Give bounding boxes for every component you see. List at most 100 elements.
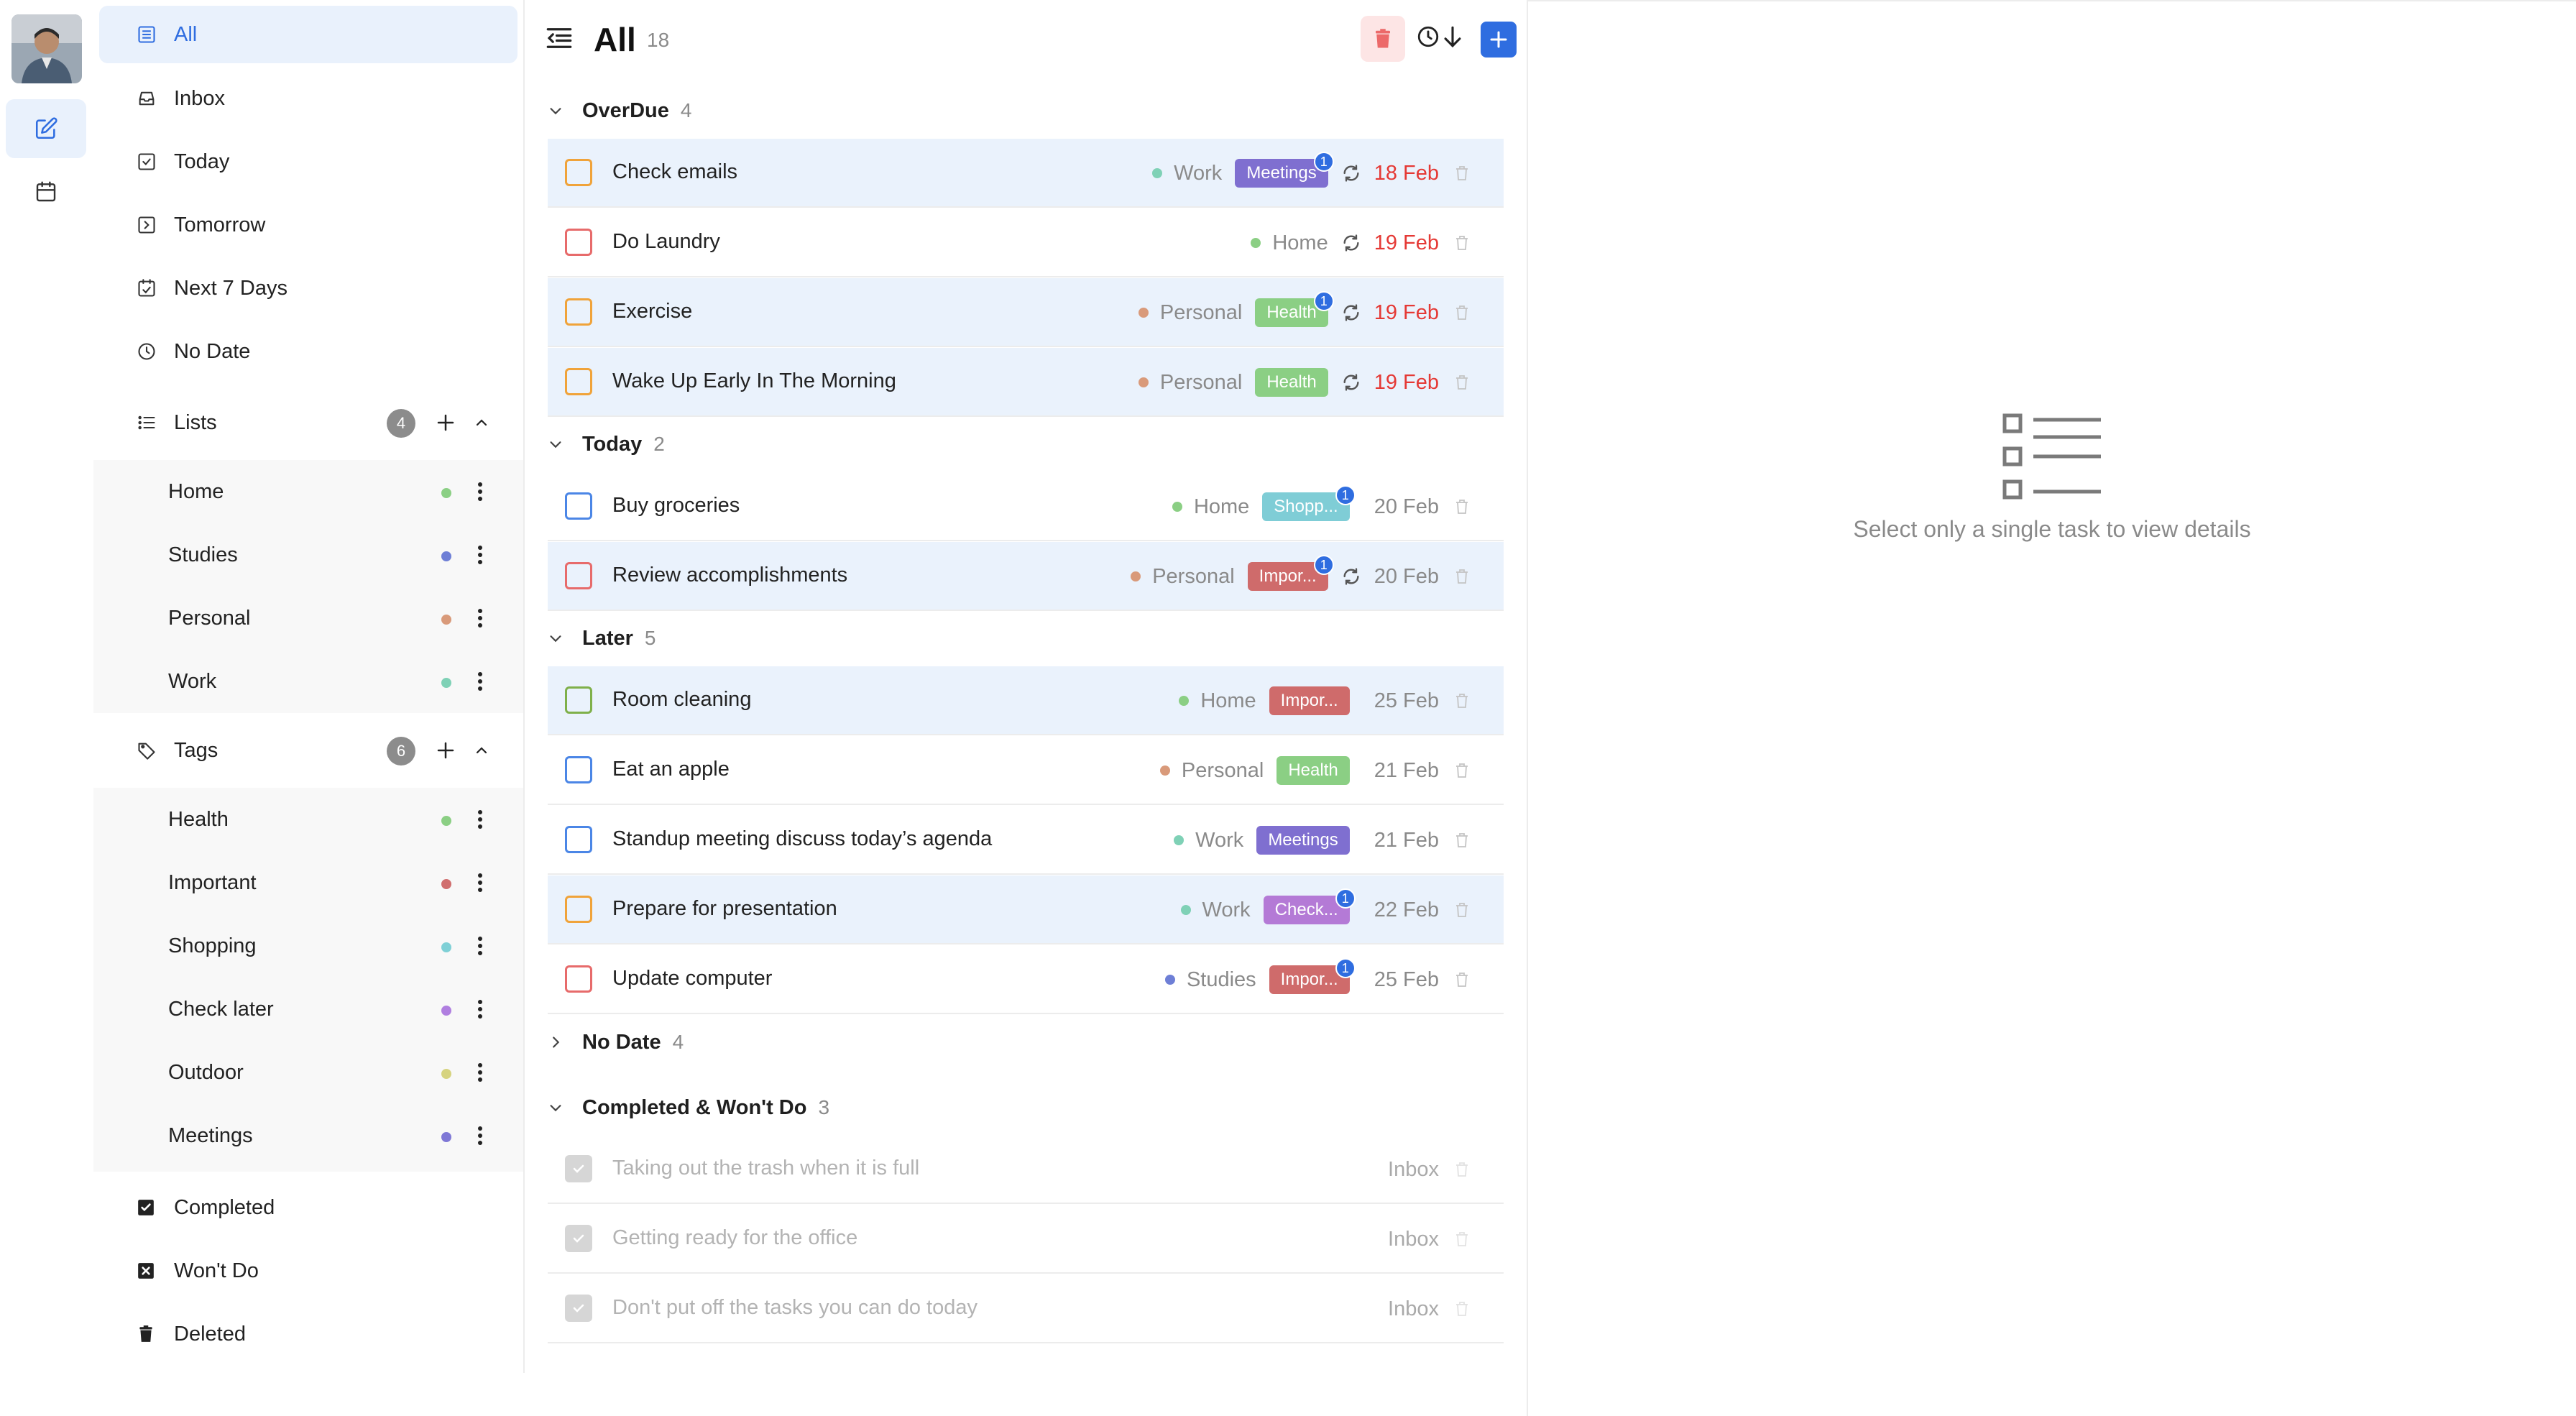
group-header-overdue[interactable]: OverDue 4 [548,93,691,129]
task-tag[interactable]: Meetings [1256,826,1350,855]
sort-button[interactable] [1416,24,1463,49]
task-row[interactable]: Standup meeting discuss today’s agenda W… [548,806,1504,875]
task-row[interactable]: Eat an apple Personal Health 21 Feb [548,736,1504,805]
more-options-button[interactable] [466,868,494,897]
rail-calendar-button[interactable] [6,162,86,221]
task-row[interactable]: Do Laundry Home 19 Feb [548,208,1504,277]
delete-task-icon[interactable] [1453,372,1476,392]
add-task-button[interactable] [1481,22,1517,58]
delete-task-icon[interactable] [1453,566,1476,587]
task-checkbox[interactable] [565,159,592,186]
group-header-later[interactable]: Later 5 [548,620,656,656]
delete-task-icon[interactable] [1453,1229,1476,1249]
menu-toggle-icon[interactable] [544,23,574,53]
collapse-tags-button[interactable] [467,736,496,765]
more-options-button[interactable] [466,1121,494,1150]
avatar[interactable] [12,14,82,83]
task-row[interactable]: Buy groceries Home Shopp... 1 20 Feb [548,472,1504,541]
group-header-today[interactable]: Today 2 [548,426,665,462]
task-checkbox[interactable] [565,756,592,783]
delete-task-icon[interactable] [1453,900,1476,920]
task-tag[interactable]: Health 1 [1255,291,1334,327]
task-checkbox[interactable] [565,368,592,395]
more-options-button[interactable] [466,995,494,1024]
task-row[interactable]: Wake Up Early In The Morning Personal He… [548,348,1504,417]
task-checkbox[interactable] [565,896,592,923]
delete-task-icon[interactable] [1453,163,1476,183]
delete-task-icon[interactable] [1453,497,1476,517]
nav-item-all[interactable]: All [99,6,518,63]
delete-task-icon[interactable] [1453,1299,1476,1319]
task-row[interactable]: Update computer Studies Impor... 1 25 Feb [548,945,1504,1014]
task-row[interactable]: Room cleaning Home Impor... 25 Feb [548,666,1504,735]
task-checkbox[interactable] [565,1155,592,1182]
tag-item-shopping[interactable]: Shopping [99,917,518,975]
task-tag-label: Health [1266,372,1317,392]
delete-button[interactable] [1361,16,1405,62]
lists-section-header[interactable]: Lists 4 [99,394,518,451]
more-options-button[interactable] [466,541,494,569]
delete-task-icon[interactable] [1453,830,1476,850]
nav-item-tomorrow[interactable]: Tomorrow [99,196,518,254]
task-tag[interactable]: Check... 1 [1263,888,1356,924]
task-checkbox[interactable] [565,492,592,520]
task-row[interactable]: Exercise Personal Health 1 19 Feb [548,278,1504,347]
more-options-button[interactable] [466,477,494,506]
task-checkbox[interactable] [565,1295,592,1322]
collapse-lists-button[interactable] [467,408,496,437]
delete-task-icon[interactable] [1453,691,1476,711]
group-header-no-date[interactable]: No Date 4 [548,1024,684,1060]
task-row[interactable]: Check emails Work Meetings 1 18 Feb [548,139,1504,208]
more-options-button[interactable] [466,604,494,633]
delete-task-icon[interactable] [1453,233,1476,253]
nav-item-completed[interactable]: Completed [99,1179,518,1236]
task-row[interactable]: Prepare for presentation Work Check... 1 … [548,875,1504,944]
delete-task-icon[interactable] [1453,970,1476,990]
task-checkbox[interactable] [565,686,592,714]
more-options-button[interactable] [466,1058,494,1087]
nav-item-no-date[interactable]: No Date [99,323,518,380]
tag-item-outdoor[interactable]: Outdoor [99,1044,518,1101]
add-tag-button[interactable] [431,736,460,765]
task-checkbox[interactable] [565,826,592,853]
tag-item-meetings[interactable]: Meetings [99,1107,518,1164]
group-header-completed[interactable]: Completed & Won't Do 3 [548,1090,829,1126]
more-options-button[interactable] [466,805,494,834]
rail-tasks-button[interactable] [6,99,86,158]
list-item-studies[interactable]: Studies [99,526,518,584]
task-tag[interactable]: Health [1276,756,1350,785]
tag-item-check-later[interactable]: Check later [99,980,518,1038]
delete-task-icon[interactable] [1453,1159,1476,1180]
list-item-home[interactable]: Home [99,463,518,520]
task-checkbox[interactable] [565,1225,592,1252]
more-options-button[interactable] [466,932,494,960]
nav-item-today[interactable]: Today [99,133,518,190]
task-checkbox[interactable] [565,965,592,993]
task-checkbox[interactable] [565,298,592,326]
tags-section-header[interactable]: Tags 6 [99,722,518,779]
nav-item-next-7-days[interactable]: Next 7 Days [99,259,518,317]
tag-item-important[interactable]: Important [99,854,518,911]
tag-item-health[interactable]: Health [99,791,518,848]
delete-task-icon[interactable] [1453,303,1476,323]
task-tag[interactable]: Impor... 1 [1247,555,1334,591]
nav-item-wont-do[interactable]: Won't Do [99,1242,518,1300]
task-tag[interactable]: Impor... [1269,686,1350,715]
task-tag[interactable]: Health [1255,368,1328,397]
task-row[interactable]: Getting ready for the office Inbox [548,1205,1504,1274]
add-list-button[interactable] [431,408,460,437]
task-row[interactable]: Review accomplishments Personal Impor...… [548,542,1504,611]
task-tag[interactable]: Impor... 1 [1269,958,1356,994]
task-row[interactable]: Don't put off the tasks you can do today… [548,1274,1504,1343]
list-item-work[interactable]: Work [99,653,518,710]
more-options-button[interactable] [466,667,494,696]
task-row[interactable]: Taking out the trash when it is full Inb… [548,1135,1504,1204]
task-checkbox[interactable] [565,229,592,256]
delete-task-icon[interactable] [1453,760,1476,781]
nav-item-deleted[interactable]: Deleted [99,1305,518,1363]
task-tag[interactable]: Meetings 1 [1235,152,1334,188]
nav-item-inbox[interactable]: Inbox [99,70,518,127]
task-checkbox[interactable] [565,562,592,589]
list-item-personal[interactable]: Personal [99,589,518,647]
task-tag[interactable]: Shopp... 1 [1262,485,1356,521]
